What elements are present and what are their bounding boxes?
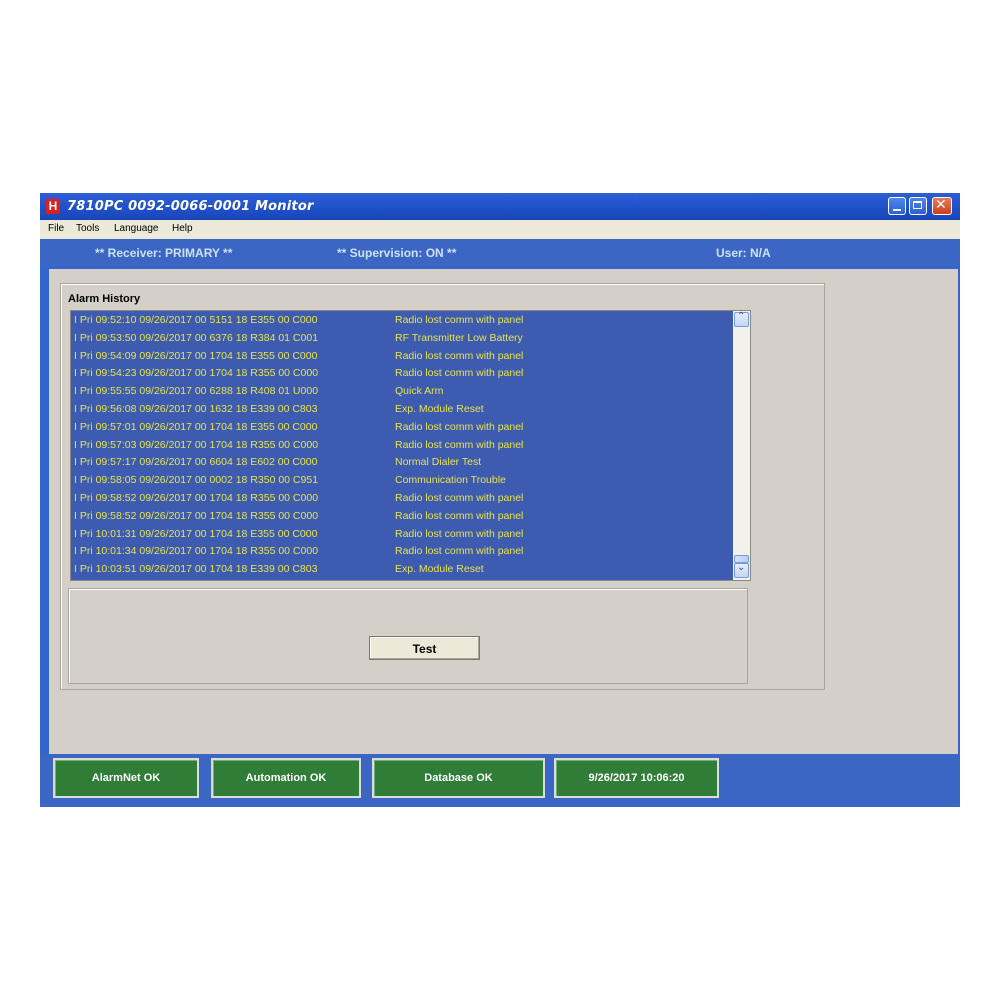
alarm-row[interactable]: I Pri 10:01:34 09/26/2017 00 1704 18 R35… — [71, 543, 733, 561]
alarm-code: I Pri 09:57:03 09/26/2017 00 1704 18 R35… — [74, 438, 319, 451]
close-icon: ✕ — [935, 197, 947, 213]
menu-language[interactable]: Language — [114, 223, 159, 234]
alarm-history-group: Alarm History I Pri 09:52:10 09/26/2017 … — [60, 283, 825, 690]
minimize-button[interactable] — [888, 197, 906, 215]
alarm-description: Radio lost comm with panel — [395, 509, 524, 522]
chevron-down-icon: ⌄ — [737, 562, 746, 573]
alarmnet-status-button[interactable]: AlarmNet OK — [53, 758, 199, 798]
alarm-code: I Pri 09:58:52 09/26/2017 00 1704 18 R35… — [74, 492, 319, 504]
alarm-code: I Pri 10:03:51 09/26/2017 00 1704 18 E33… — [74, 563, 318, 576]
alarm-code: I Pri 09:57:01 09/26/2017 00 1704 18 E35… — [74, 420, 318, 433]
alarm-row[interactable]: I Pri 09:58:52 09/26/2017 00 1704 18 R35… — [71, 490, 733, 508]
test-button[interactable]: Test — [369, 636, 480, 660]
alarm-description: Exp. Module Reset — [395, 403, 484, 415]
menu-help[interactable]: Help — [172, 223, 193, 234]
alarm-code: I Pri 09:56:08 09/26/2017 00 1632 18 E33… — [74, 403, 318, 415]
alarm-rows: I Pri 09:52:10 09/26/2017 00 5151 18 E35… — [71, 311, 733, 580]
alarm-row[interactable]: I Pri 09:55:55 09/26/2017 00 6288 18 R40… — [71, 383, 733, 401]
alarm-row[interactable]: I Pri 09:52:10 09/26/2017 00 5151 18 E35… — [71, 312, 733, 330]
alarm-description: Normal Dialer Test — [395, 456, 482, 469]
alarm-row[interactable]: I Pri 09:57:17 09/26/2017 00 6604 18 E60… — [71, 454, 733, 472]
alarm-row[interactable]: I Pri 09:54:23 09/26/2017 00 1704 18 R35… — [71, 365, 733, 383]
alarm-code: I Pri 10:01:34 09/26/2017 00 1704 18 R35… — [74, 545, 319, 558]
alarm-description: Radio lost comm with panel — [395, 545, 524, 558]
maximize-icon — [913, 201, 922, 209]
alarm-row[interactable]: I Pri 10:03:51 09/26/2017 00 1704 18 E33… — [71, 561, 733, 579]
action-panel: Test — [68, 588, 748, 684]
alarm-row[interactable]: I Pri 09:56:08 09/26/2017 00 1632 18 E33… — [71, 401, 733, 419]
alarm-code: I Pri 09:58:52 09/26/2017 00 1704 18 R35… — [74, 509, 319, 522]
alarm-row[interactable]: I Pri 09:53:50 09/26/2017 00 6376 18 R38… — [71, 330, 733, 348]
menu-tools[interactable]: Tools — [76, 223, 99, 234]
alarm-code: I Pri 09:54:23 09/26/2017 00 1704 18 R35… — [74, 367, 319, 380]
alarm-description: Radio lost comm with panel — [395, 492, 524, 504]
automation-status-button[interactable]: Automation OK — [211, 758, 361, 798]
alarm-description: Radio lost comm with panel — [395, 349, 524, 362]
datetime-button[interactable]: 9/26/2017 10:06:20 — [554, 758, 719, 798]
alarm-row[interactable]: I Pri 09:54:09 09/26/2017 00 1704 18 E35… — [71, 348, 733, 366]
alarm-code: I Pri 09:58:05 09/26/2017 00 0002 18 R35… — [74, 474, 319, 487]
scroll-down-button[interactable]: ⌄ — [734, 562, 749, 578]
monitor-window: H 7810PC 0092-0066-0001 Monitor ✕ File T… — [40, 193, 960, 807]
alarm-row[interactable]: I Pri 09:58:05 09/26/2017 00 0002 18 R35… — [71, 472, 733, 490]
minimize-icon — [893, 209, 901, 211]
database-status-button[interactable]: Database OK — [372, 758, 545, 798]
main-content: Alarm History I Pri 09:52:10 09/26/2017 … — [49, 269, 958, 754]
user-status: User: N/A — [716, 246, 771, 260]
alarm-row[interactable]: I Pri 09:58:52 09/26/2017 00 1704 18 R35… — [71, 508, 733, 526]
alarm-description: RF Transmitter Low Battery — [395, 331, 523, 344]
alarm-code: I Pri 09:55:55 09/26/2017 00 6288 18 R40… — [74, 385, 319, 398]
alarm-description: Quick Arm — [395, 385, 444, 398]
alarm-code: I Pri 09:54:09 09/26/2017 00 1704 18 E35… — [74, 349, 318, 362]
title-bar[interactable]: H 7810PC 0092-0066-0001 Monitor ✕ — [40, 193, 960, 220]
scroll-up-button[interactable]: ⌃ — [734, 311, 749, 327]
menu-file[interactable]: File — [48, 223, 64, 234]
alarm-description: Radio lost comm with panel — [395, 438, 524, 451]
alarm-code: I Pri 09:53:50 09/26/2017 00 6376 18 R38… — [74, 331, 319, 344]
alarm-row[interactable]: I Pri 10:01:31 09/26/2017 00 1704 18 E35… — [71, 526, 733, 544]
alarm-row[interactable]: I Pri 09:57:03 09/26/2017 00 1704 18 R35… — [71, 437, 733, 455]
alarm-history-label: Alarm History — [68, 293, 141, 305]
alarm-description: Radio lost comm with panel — [395, 367, 524, 380]
maximize-button[interactable] — [909, 197, 927, 215]
alarm-description: Radio lost comm with panel — [395, 314, 524, 326]
menu-bar: File Tools Language Help — [40, 220, 960, 239]
receiver-status-bar: ** Receiver: PRIMARY ** ** Supervision: … — [40, 239, 960, 267]
alarm-code: I Pri 10:01:31 09/26/2017 00 1704 18 E35… — [74, 527, 318, 540]
alarm-code: I Pri 09:57:17 09/26/2017 00 6604 18 E60… — [74, 456, 318, 469]
app-logo-icon: H — [46, 199, 60, 214]
close-button[interactable]: ✕ — [932, 197, 952, 215]
alarm-description: Exp. Module Reset — [395, 563, 484, 576]
alarm-description: Communication Trouble — [395, 474, 506, 487]
list-scrollbar[interactable]: ⌃ ⌄ — [733, 311, 750, 580]
alarm-history-list[interactable]: I Pri 09:52:10 09/26/2017 00 5151 18 E35… — [70, 310, 751, 581]
window-title: 7810PC 0092-0066-0001 Monitor — [67, 199, 314, 214]
receiver-status: ** Receiver: PRIMARY ** — [95, 246, 233, 260]
alarm-code: I Pri 09:52:10 09/26/2017 00 5151 18 E35… — [74, 314, 318, 326]
alarm-description: Radio lost comm with panel — [395, 420, 524, 433]
alarm-description: Radio lost comm with panel — [395, 527, 524, 540]
system-status-bar: AlarmNet OK Automation OK Database OK 9/… — [40, 754, 960, 807]
chevron-up-icon: ⌃ — [737, 311, 746, 322]
supervision-status: ** Supervision: ON ** — [337, 246, 457, 260]
alarm-row[interactable]: I Pri 09:57:01 09/26/2017 00 1704 18 E35… — [71, 419, 733, 437]
